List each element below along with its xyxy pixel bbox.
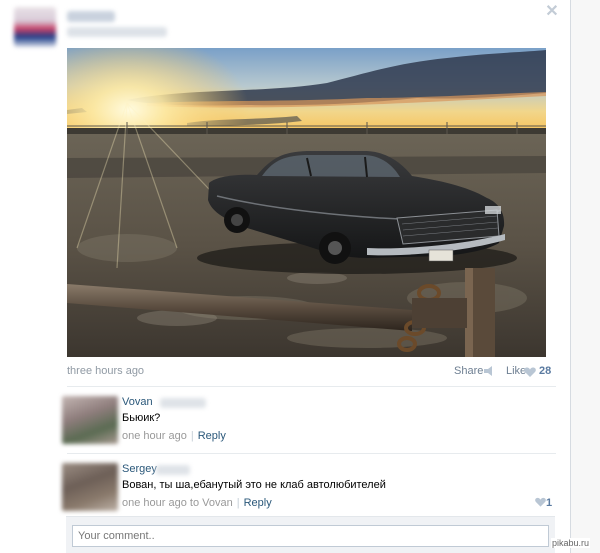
heart-icon[interactable] [524, 367, 536, 377]
meta-separator: | [236, 497, 240, 509]
comment-meta: one hour ago to Vovan | Reply [122, 497, 272, 509]
comment-author[interactable]: Vovan [122, 396, 153, 408]
share-button[interactable]: Share [454, 365, 483, 377]
author-name-redacted [67, 11, 115, 22]
page-background-strip [571, 0, 600, 553]
post-photo[interactable] [67, 48, 546, 357]
reply-box [66, 516, 555, 553]
divider [67, 453, 556, 454]
author-surname-redacted [156, 465, 190, 475]
author-subtitle-redacted [67, 27, 167, 37]
author-avatar[interactable] [14, 7, 56, 47]
like-count: 28 [539, 365, 552, 377]
post-time: three hours ago [67, 365, 145, 377]
reply-link[interactable]: Reply [198, 430, 226, 442]
car-photo-illustration [67, 48, 546, 357]
comment-meta: one hour ago | Reply [122, 430, 226, 442]
author-surname-redacted [160, 398, 206, 408]
divider [67, 386, 556, 387]
post-meta-row: three hours ago Share Like 28 [67, 365, 552, 379]
meta-separator: | [190, 430, 194, 442]
comment-item: Sergey Вован, ты ша,ебанутый это не клаб… [62, 463, 557, 513]
comment-time: one hour ago [122, 430, 187, 442]
comment-text: Бьюик? [122, 412, 161, 424]
commenter-avatar[interactable] [62, 463, 118, 511]
comment-input[interactable] [72, 525, 549, 547]
reply-link[interactable]: Reply [244, 497, 272, 509]
share-icon[interactable] [483, 366, 495, 376]
heart-icon[interactable] [535, 497, 546, 507]
watermark: pikabu.ru [551, 538, 591, 548]
post-header [14, 7, 174, 51]
comment-like-count: 1 [546, 497, 553, 509]
close-icon[interactable]: ✕ [545, 4, 559, 20]
comment-item: Vovan Бьюик? one hour ago | Reply [62, 396, 557, 446]
comment-time: one hour ago to Vovan [122, 497, 233, 509]
comment-text: Вован, ты ша,ебанутый это не клаб автолю… [122, 479, 386, 491]
commenter-avatar[interactable] [62, 396, 118, 444]
comment-author[interactable]: Sergey [122, 463, 157, 475]
